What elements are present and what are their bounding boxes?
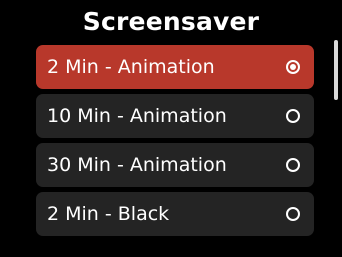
radio-unchecked-icon bbox=[286, 158, 300, 172]
option-10-min-animation[interactable]: 10 Min - Animation bbox=[36, 94, 314, 138]
option-label: 30 Min - Animation bbox=[47, 154, 227, 176]
scrollbar[interactable] bbox=[334, 40, 338, 100]
option-2-min-black[interactable]: 2 Min - Black bbox=[36, 192, 314, 236]
screensaver-screen: Screensaver 2 Min - Animation 10 Min - A… bbox=[0, 0, 342, 257]
option-label: 10 Min - Animation bbox=[47, 105, 227, 127]
option-label: 2 Min - Animation bbox=[47, 56, 215, 78]
radio-checked-icon bbox=[286, 60, 300, 74]
radio-unchecked-icon bbox=[286, 207, 300, 221]
page-title: Screensaver bbox=[82, 7, 260, 36]
option-30-min-animation[interactable]: 30 Min - Animation bbox=[36, 143, 314, 187]
option-2-min-animation[interactable]: 2 Min - Animation bbox=[36, 45, 314, 89]
option-label: 2 Min - Black bbox=[47, 203, 170, 225]
radio-unchecked-icon bbox=[286, 109, 300, 123]
